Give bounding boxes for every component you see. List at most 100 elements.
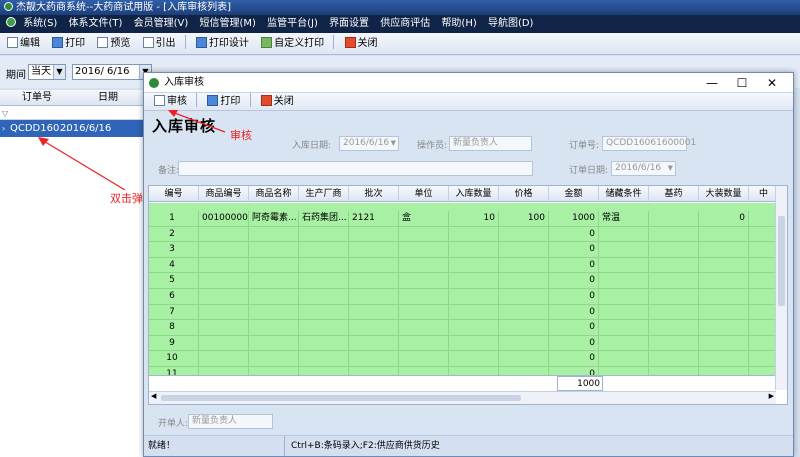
grid-cell[interactable]	[649, 242, 699, 258]
grid-cell[interactable]: 常温	[599, 211, 649, 226]
grid-cell[interactable]: 00100000	[199, 211, 249, 226]
grid-cell[interactable]	[199, 289, 249, 304]
grid-cell[interactable]	[449, 242, 499, 258]
grid-cell[interactable]	[499, 335, 549, 351]
grid-cell[interactable]	[499, 226, 549, 242]
grid-cell[interactable]	[299, 367, 349, 375]
menu-supplier-eval[interactable]: 供应商评估	[380, 18, 430, 29]
grid-cell[interactable]	[349, 367, 399, 375]
grid-cell[interactable]	[599, 273, 649, 289]
table-row[interactable]: 30	[149, 242, 776, 258]
grid-cell[interactable]	[449, 289, 499, 304]
grid-cell[interactable]	[249, 335, 299, 351]
grid-cell[interactable]: 5	[149, 273, 199, 289]
grid-cell[interactable]	[199, 320, 249, 336]
grid-cell[interactable]: 1	[149, 211, 199, 226]
grid-cell[interactable]	[699, 367, 749, 375]
grid-cell[interactable]: 10	[149, 351, 199, 367]
grid-cell[interactable]	[349, 320, 399, 336]
grid-cell[interactable]	[499, 273, 549, 289]
opener-field[interactable]: 新量负责人	[188, 414, 273, 429]
grid-cell[interactable]	[699, 242, 749, 258]
menu-ui-settings[interactable]: 界面设置	[329, 18, 369, 29]
remark-field[interactable]	[178, 161, 533, 176]
grid-column-header[interactable]: 价格	[499, 186, 549, 202]
close-icon[interactable]: ✕	[757, 73, 787, 93]
grid-cell[interactable]	[749, 305, 776, 320]
grid-cell[interactable]: 0	[549, 320, 599, 336]
scroll-thumb[interactable]	[161, 395, 521, 401]
close-button[interactable]: 关闭	[343, 33, 380, 55]
grid-cell[interactable]	[399, 226, 449, 242]
grid-column-header[interactable]: 编号	[149, 186, 199, 202]
grid-cell[interactable]	[249, 367, 299, 375]
grid-cell[interactable]	[649, 273, 699, 289]
grid-cell[interactable]: 0	[549, 289, 599, 304]
grid-cell[interactable]	[399, 257, 449, 273]
menu-sms[interactable]: 短信管理(M)	[199, 18, 255, 29]
grid-cell[interactable]: 7	[149, 304, 199, 320]
menu-system[interactable]: 系统(S)	[23, 18, 57, 29]
grid-cell[interactable]: 0	[549, 226, 599, 242]
column-header-order-no[interactable]: 订单号	[22, 90, 52, 106]
audit-button[interactable]: 审核	[152, 93, 189, 111]
grid-column-header[interactable]: 基药	[649, 186, 699, 202]
grid-cell[interactable]	[649, 257, 699, 273]
table-row[interactable]: 1 00100000 阿奇霉素... 石药集团... 2121 盒 10 100 1000 常温 0	[149, 211, 776, 227]
grid-cell[interactable]	[449, 335, 499, 351]
grid-cell[interactable]	[449, 351, 499, 367]
period-select[interactable]: 当天 ▼	[28, 64, 66, 80]
grid-cell[interactable]	[499, 367, 549, 375]
grid-cell[interactable]: 9	[149, 335, 199, 351]
vertical-scrollbar[interactable]	[775, 186, 787, 390]
grid-column-header[interactable]: 入库数量	[449, 186, 499, 202]
grid-cell[interactable]	[699, 351, 749, 367]
grid-cell[interactable]	[499, 242, 549, 258]
print-button[interactable]: 打印	[50, 33, 87, 55]
grid-cell[interactable]	[649, 335, 699, 351]
scroll-thumb[interactable]	[778, 216, 785, 306]
grid-cell[interactable]	[449, 304, 499, 320]
grid-cell[interactable]: 10	[449, 211, 499, 226]
grid-cell[interactable]: 1000	[549, 211, 599, 226]
scroll-left-icon[interactable]: ◀	[151, 392, 156, 400]
grid-cell[interactable]	[399, 367, 449, 375]
grid-cell[interactable]	[749, 336, 776, 351]
grid-cell[interactable]	[749, 211, 776, 226]
grid-cell[interactable]	[649, 351, 699, 367]
grid-cell[interactable]	[749, 351, 776, 366]
table-row[interactable]: 20	[149, 226, 776, 243]
grid-cell[interactable]	[599, 304, 649, 320]
grid-cell[interactable]	[599, 367, 649, 375]
in-date-field[interactable]: 2016/6/16 ▼	[339, 136, 399, 151]
preview-button[interactable]: 预览	[95, 33, 132, 55]
grid-cell[interactable]	[199, 304, 249, 320]
grid-cell[interactable]	[499, 257, 549, 273]
grid-cell[interactable]	[599, 351, 649, 367]
grid-cell[interactable]: 0	[549, 304, 599, 320]
grid-column-header[interactable]: 储藏条件	[599, 186, 649, 202]
grid-cell[interactable]	[199, 226, 249, 242]
grid-cell[interactable]: 0	[549, 257, 599, 273]
grid-cell[interactable]	[249, 351, 299, 367]
order-date-field[interactable]: 2016/6/16 ▼	[611, 161, 676, 176]
grid-cell[interactable]	[199, 335, 249, 351]
grid-cell[interactable]: 阿奇霉素...	[249, 211, 299, 226]
menu-navmap[interactable]: 导航图(D)	[488, 18, 534, 29]
grid-cell[interactable]: 0	[549, 351, 599, 367]
grid-cell[interactable]	[649, 320, 699, 336]
grid-cell[interactable]	[599, 289, 649, 304]
grid-cell[interactable]	[249, 242, 299, 258]
grid-cell[interactable]	[449, 320, 499, 336]
grid-cell[interactable]: 2	[149, 226, 199, 242]
grid-cell[interactable]	[299, 304, 349, 320]
grid-cell[interactable]	[649, 226, 699, 242]
menu-supervision[interactable]: 监管平台(J)	[267, 18, 318, 29]
table-row[interactable]: 90	[149, 335, 776, 352]
custom-print-button[interactable]: 自定义打印	[259, 33, 326, 55]
grid-cell[interactable]	[349, 273, 399, 289]
grid-cell[interactable]	[749, 227, 776, 242]
grid-cell[interactable]	[349, 335, 399, 351]
menu-members[interactable]: 会员管理(V)	[134, 18, 189, 29]
grid-cell[interactable]: 3	[149, 242, 199, 258]
